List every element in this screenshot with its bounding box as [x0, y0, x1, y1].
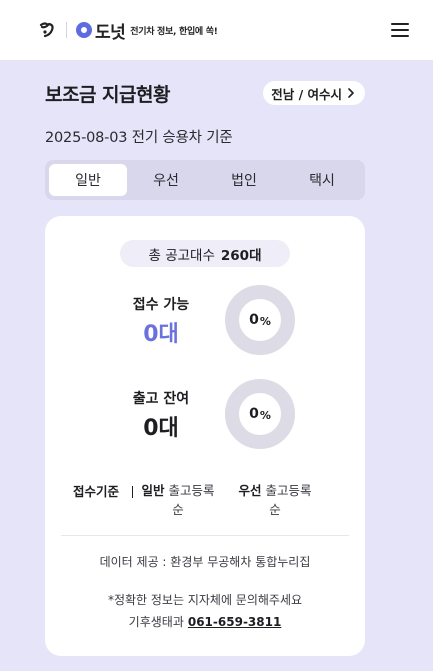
reception-criteria: 접수기준 일반 출고등록 순 우선 출고등록 순	[73, 481, 333, 521]
tab-general[interactable]: 일반	[49, 164, 127, 196]
contact-department: 기후생태과	[128, 615, 184, 629]
criteria-title: 접수기준	[73, 484, 120, 499]
tab-corporate[interactable]: 법인	[205, 164, 283, 196]
criteria-general: 일반 출고등록 순	[138, 481, 218, 519]
page-title: 보조금 지급현황	[45, 83, 170, 106]
release-label: 출고 잔여	[132, 391, 190, 407]
region-label: 전남 / 여수시	[271, 86, 342, 102]
release-value: 0대	[143, 416, 179, 441]
app-header: 도넛 전기차 정보, 한입에 쏙!	[0, 0, 433, 60]
brand-donut-icon	[76, 22, 92, 38]
total-count-value: 260대	[220, 247, 262, 264]
reference-date: 2025-08-03 전기 승용차 기준	[45, 130, 233, 146]
card-divider	[61, 535, 349, 536]
title-row: 보조금 지급현황 전남 / 여수시	[45, 80, 365, 106]
status-card: 총 공고대수 260대 접수 가능 0대 0% 출고 잔여 0대 0% 접수기준	[45, 216, 365, 656]
reception-stat: 접수 가능 0대 0%	[45, 285, 365, 366]
tab-priority[interactable]: 우선	[127, 164, 205, 196]
hamburger-menu-icon[interactable]	[389, 21, 411, 39]
criteria-priority-label: 우선	[238, 483, 262, 498]
reception-value: 0대	[143, 322, 179, 347]
contact-phone-link[interactable]: 061-659-3811	[188, 615, 281, 629]
reception-label: 접수 가능	[132, 297, 190, 313]
total-count-label: 총 공고대수	[148, 247, 215, 264]
tab-taxi[interactable]: 택시	[283, 164, 361, 196]
category-tabs: 일반 우선 법인 택시	[45, 160, 365, 200]
chevron-right-icon	[348, 88, 354, 98]
contact-line: 기후생태과 061-659-3811	[45, 613, 365, 630]
app-logo-icon[interactable]	[38, 20, 58, 40]
criteria-priority-text: 출고등록 순	[265, 483, 312, 517]
release-stat: 출고 잔여 0대 0%	[45, 379, 365, 460]
brand-tagline: 전기차 정보, 한입에 쏙!	[130, 26, 218, 37]
header-divider	[66, 22, 67, 38]
criteria-general-text: 출고등록 순	[168, 483, 215, 517]
criteria-general-label: 일반	[141, 483, 165, 498]
notice-text: *정확한 정보는 지자체에 문의해주세요	[107, 593, 303, 607]
data-source: 데이터 제공 : 환경부 무공해차 통합누리집	[99, 555, 311, 569]
criteria-priority: 우선 출고등록 순	[235, 481, 315, 519]
criteria-divider	[132, 486, 133, 498]
region-select-button[interactable]: 전남 / 여수시	[263, 81, 365, 105]
brand-name[interactable]: 도넛	[95, 18, 126, 43]
release-percent: 0%	[249, 406, 271, 422]
reception-percent: 0%	[249, 312, 271, 328]
total-count-badge: 총 공고대수 260대	[120, 240, 290, 267]
